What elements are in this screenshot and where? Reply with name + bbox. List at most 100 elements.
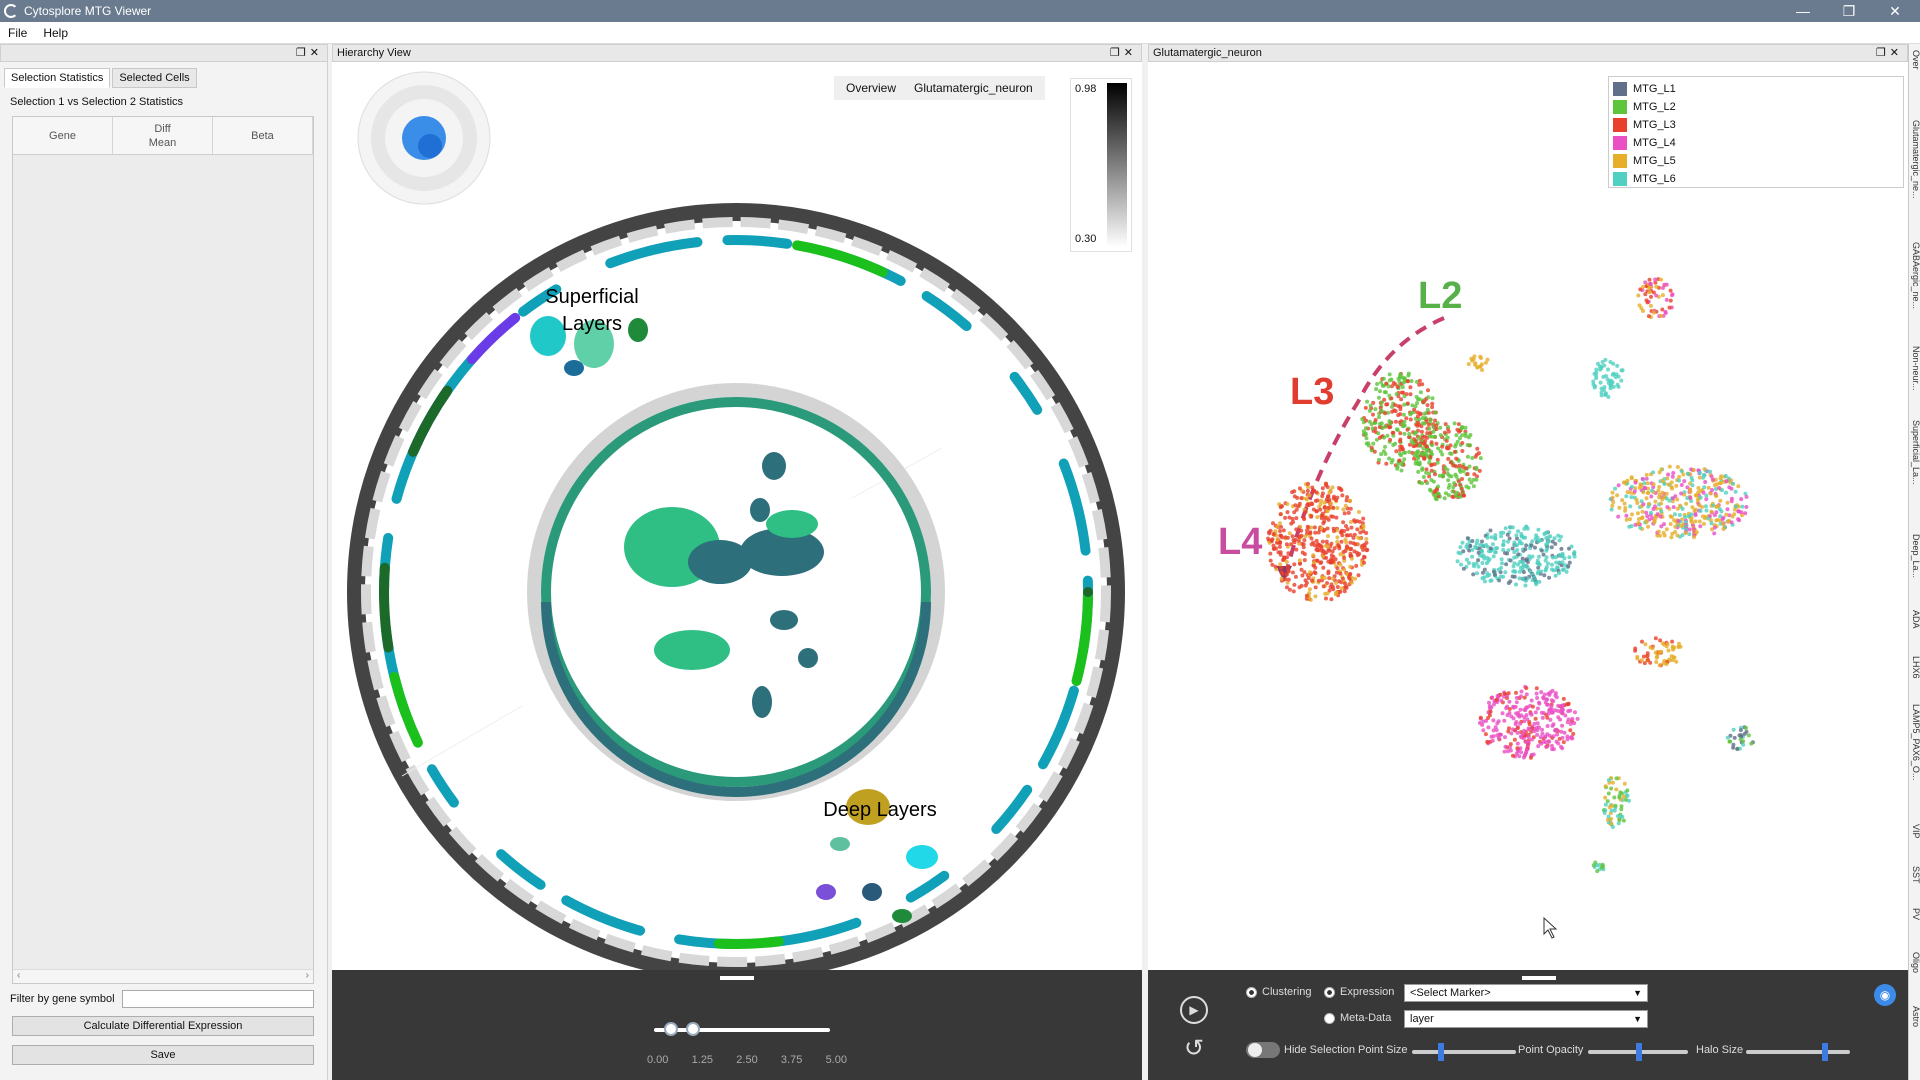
cell-point[interactable] <box>1643 642 1648 647</box>
cell-point[interactable] <box>1383 424 1388 429</box>
cell-point[interactable] <box>1530 704 1535 709</box>
cell-point[interactable] <box>1459 562 1463 567</box>
cell-point[interactable] <box>1276 550 1281 555</box>
cell-point[interactable] <box>1610 490 1615 495</box>
radio-dot[interactable] <box>1246 986 1257 998</box>
cell-point[interactable] <box>1664 297 1669 302</box>
cell-point[interactable] <box>1448 451 1453 456</box>
cell-point[interactable] <box>1436 446 1441 451</box>
cell-point[interactable] <box>1651 482 1656 487</box>
cell-point[interactable] <box>1394 427 1399 432</box>
cell-point[interactable] <box>1523 583 1528 588</box>
cell-point[interactable] <box>1390 409 1395 414</box>
cell-point[interactable] <box>1644 520 1649 524</box>
cell-point[interactable] <box>1339 539 1344 544</box>
cell-point[interactable] <box>1482 567 1487 572</box>
cell-point[interactable] <box>1421 400 1426 405</box>
cell-point[interactable] <box>1266 536 1271 541</box>
column-diff-mean[interactable]: Diff Mean <box>113 117 213 154</box>
cell-point[interactable] <box>1308 597 1313 602</box>
cell-point[interactable] <box>1374 387 1379 392</box>
cell-point[interactable] <box>1519 689 1524 694</box>
cell-point[interactable] <box>1545 724 1550 728</box>
cell-point[interactable] <box>1729 478 1733 483</box>
point-size-slider[interactable] <box>1412 1043 1516 1061</box>
cell-point[interactable] <box>1481 728 1486 733</box>
cell-point[interactable] <box>1451 485 1456 490</box>
side-tab[interactable]: Non-neur... <box>1909 346 1920 406</box>
cell-point[interactable] <box>1475 365 1480 370</box>
cell-point[interactable] <box>1313 530 1318 535</box>
cell-point[interactable] <box>1438 449 1443 454</box>
cell-point[interactable] <box>1560 708 1565 712</box>
cell-point[interactable] <box>1614 787 1619 792</box>
cell-point[interactable] <box>1395 385 1400 390</box>
cell-point[interactable] <box>1426 395 1431 400</box>
cell-point[interactable] <box>1475 474 1479 479</box>
radio-dot[interactable] <box>1324 1012 1335 1024</box>
cell-point[interactable] <box>1320 539 1325 544</box>
cell-point[interactable] <box>1297 501 1302 506</box>
cell-point[interactable] <box>1404 416 1409 421</box>
cell-point[interactable] <box>1382 435 1387 440</box>
cell-point[interactable] <box>1670 292 1675 297</box>
cell-point[interactable] <box>1364 537 1369 541</box>
cell-point[interactable] <box>1314 538 1319 543</box>
cell-point[interactable] <box>1539 569 1544 574</box>
side-tab[interactable]: PV <box>1909 908 1920 938</box>
cell-point[interactable] <box>1298 561 1302 566</box>
cell-point[interactable] <box>1490 695 1495 700</box>
cell-point[interactable] <box>1335 535 1340 540</box>
cell-point[interactable] <box>1320 491 1325 496</box>
cell-point[interactable] <box>1348 564 1353 569</box>
cell-point[interactable] <box>1563 713 1568 718</box>
cell-point[interactable] <box>1505 713 1510 718</box>
cell-point[interactable] <box>1545 702 1550 707</box>
cell-point[interactable] <box>1598 380 1603 385</box>
cell-point[interactable] <box>1287 531 1292 536</box>
cell-point[interactable] <box>1470 554 1475 559</box>
cell-point[interactable] <box>1639 484 1644 488</box>
cell-point[interactable] <box>1349 580 1354 585</box>
cell-point[interactable] <box>1710 477 1715 482</box>
cell-point[interactable] <box>1746 733 1751 738</box>
cell-point[interactable] <box>1305 488 1310 493</box>
cell-point[interactable] <box>1334 515 1339 520</box>
cell-point[interactable] <box>1548 690 1553 695</box>
cell-point[interactable] <box>1690 483 1695 488</box>
cell-point[interactable] <box>1736 484 1741 489</box>
cell-point[interactable] <box>1514 690 1518 695</box>
cell-point[interactable] <box>1299 583 1304 588</box>
cell-point[interactable] <box>1429 440 1434 445</box>
cell-point[interactable] <box>1508 525 1513 530</box>
cell-point[interactable] <box>1524 543 1529 548</box>
cell-point[interactable] <box>1499 557 1504 562</box>
cell-point[interactable] <box>1657 485 1662 489</box>
side-tab[interactable]: LHX6 <box>1909 656 1920 688</box>
ring-arc[interactable] <box>379 235 1093 949</box>
cell-point[interactable] <box>1666 482 1671 487</box>
hide-selection-toggle[interactable] <box>1246 1042 1280 1058</box>
cell-point[interactable] <box>1635 656 1640 661</box>
cell-point[interactable] <box>1655 512 1660 517</box>
cell-point[interactable] <box>1455 427 1460 432</box>
cell-point[interactable] <box>1709 521 1714 526</box>
cell-point[interactable] <box>1342 556 1347 560</box>
cell-point[interactable] <box>1553 541 1558 546</box>
cell-point[interactable] <box>1679 483 1684 487</box>
cell-point[interactable] <box>1287 587 1292 592</box>
cell-point[interactable] <box>1516 711 1521 715</box>
cell-point[interactable] <box>1282 555 1286 560</box>
cell-point[interactable] <box>1636 293 1641 298</box>
cell-point[interactable] <box>1570 716 1575 721</box>
cell-point[interactable] <box>1610 503 1615 508</box>
cell-point[interactable] <box>1463 425 1468 430</box>
cell-point[interactable] <box>1398 404 1403 409</box>
cell-point[interactable] <box>1485 739 1490 744</box>
cell-point[interactable] <box>1343 503 1348 508</box>
cell-point[interactable] <box>1379 408 1384 413</box>
cell-point[interactable] <box>1507 699 1512 704</box>
cell-point[interactable] <box>1419 451 1424 456</box>
cell-point[interactable] <box>1493 533 1498 538</box>
cell-point[interactable] <box>1664 491 1669 496</box>
